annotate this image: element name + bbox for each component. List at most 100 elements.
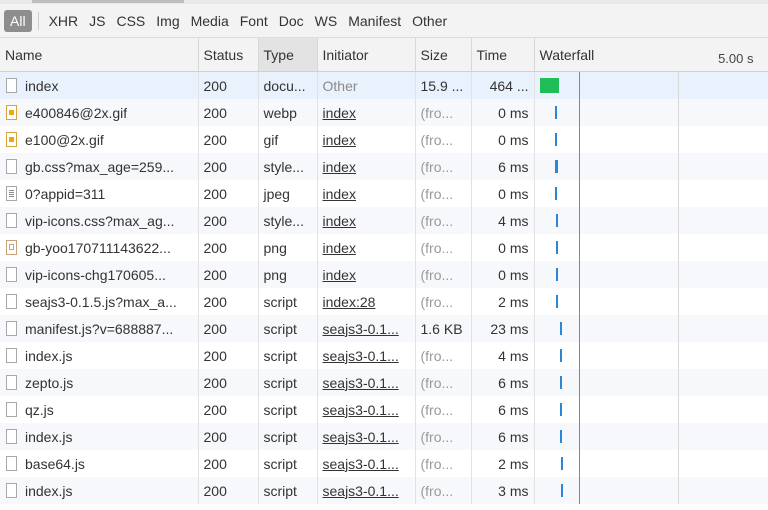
initiator-cell[interactable]: index bbox=[317, 261, 416, 288]
table-row[interactable]: zepto.js 200 script seajs3-0.1... (fro... 6 m… bbox=[0, 369, 768, 396]
initiator-link[interactable]: index bbox=[323, 267, 356, 283]
request-name[interactable]: e400846@2x.gif bbox=[5, 105, 193, 121]
table-row[interactable]: vip-icons.css?max_ag... 200 style... index (… bbox=[0, 207, 768, 234]
waterfall-bar[interactable] bbox=[559, 403, 562, 416]
request-name[interactable]: index.js bbox=[5, 429, 193, 445]
waterfall-bar[interactable] bbox=[554, 187, 557, 200]
waterfall-bar[interactable] bbox=[559, 376, 562, 389]
filter-media[interactable]: Media bbox=[186, 10, 234, 32]
filter-js[interactable]: JS bbox=[84, 10, 110, 32]
request-name[interactable]: base64.js bbox=[5, 456, 193, 472]
table-row[interactable]: 0?appid=311 200 jpeg index (fro... 0 ms bbox=[0, 180, 768, 207]
waterfall-bar[interactable] bbox=[555, 295, 558, 308]
request-name-cell[interactable]: index bbox=[0, 71, 199, 99]
waterfall-bar[interactable] bbox=[539, 78, 559, 93]
initiator-cell[interactable]: index bbox=[317, 180, 416, 207]
request-name[interactable]: index.js bbox=[5, 483, 193, 499]
initiator-link[interactable]: index bbox=[323, 105, 356, 121]
initiator-cell[interactable]: index bbox=[317, 126, 416, 153]
table-row[interactable]: e400846@2x.gif 200 webp index (fro... 0 ms bbox=[0, 99, 768, 126]
request-name-cell[interactable]: index.js bbox=[0, 342, 199, 369]
request-name[interactable]: manifest.js?v=688887... bbox=[5, 321, 193, 337]
request-name[interactable]: gb-yoo170711143622... bbox=[5, 240, 193, 256]
table-row[interactable]: qz.js 200 script seajs3-0.1... (fro... 6 ms bbox=[0, 396, 768, 423]
waterfall-bar[interactable] bbox=[560, 484, 563, 497]
request-name-cell[interactable]: index.js bbox=[0, 423, 199, 450]
column-header-waterfall[interactable]: Waterfall 5.00 s bbox=[534, 38, 768, 72]
waterfall-bar[interactable] bbox=[559, 322, 562, 335]
table-row[interactable]: index.js 200 script seajs3-0.1... (fro... 6 m… bbox=[0, 423, 768, 450]
request-name[interactable]: 0?appid=311 bbox=[5, 186, 193, 202]
table-row[interactable]: index.js 200 script seajs3-0.1... (fro... 3 m… bbox=[0, 477, 768, 504]
initiator-link[interactable]: index bbox=[323, 213, 356, 229]
table-row[interactable]: gb.css?max_age=259... 200 style... index (fr… bbox=[0, 153, 768, 180]
initiator-cell[interactable]: index:28 bbox=[317, 288, 416, 315]
filter-ws[interactable]: WS bbox=[310, 10, 343, 32]
column-header-status[interactable]: Status bbox=[198, 38, 259, 72]
initiator-link[interactable]: index:28 bbox=[323, 294, 376, 310]
filter-css[interactable]: CSS bbox=[111, 10, 150, 32]
request-name-cell[interactable]: index.js bbox=[0, 477, 199, 504]
table-row[interactable]: index.js 200 script seajs3-0.1... (fro... 4 m… bbox=[0, 342, 768, 369]
request-name[interactable]: gb.css?max_age=259... bbox=[5, 159, 193, 175]
initiator-cell[interactable]: seajs3-0.1... bbox=[317, 477, 416, 504]
filter-font[interactable]: Font bbox=[235, 10, 273, 32]
initiator-cell[interactable]: index bbox=[317, 207, 416, 234]
initiator-cell[interactable]: seajs3-0.1... bbox=[317, 369, 416, 396]
request-name[interactable]: vip-icons-chg170605... bbox=[5, 267, 193, 283]
request-name-cell[interactable]: vip-icons.css?max_ag... bbox=[0, 207, 199, 234]
request-name[interactable]: qz.js bbox=[5, 402, 193, 418]
request-name[interactable]: zepto.js bbox=[5, 375, 193, 391]
request-name-cell[interactable]: vip-icons-chg170605... bbox=[0, 261, 199, 288]
filter-manifest[interactable]: Manifest bbox=[343, 10, 406, 32]
request-name[interactable]: index.js bbox=[5, 348, 193, 364]
initiator-link[interactable]: index bbox=[323, 186, 356, 202]
initiator-cell[interactable]: seajs3-0.1... bbox=[317, 315, 416, 342]
column-header-initiator[interactable]: Initiator bbox=[317, 38, 416, 72]
request-name[interactable]: index bbox=[5, 78, 193, 94]
waterfall-bar[interactable] bbox=[554, 160, 558, 173]
waterfall-bar[interactable] bbox=[559, 349, 562, 362]
table-row[interactable]: e100@2x.gif 200 gif index (fro... 0 ms bbox=[0, 126, 768, 153]
column-header-name[interactable]: Name bbox=[0, 38, 199, 72]
initiator-link[interactable]: seajs3-0.1... bbox=[323, 375, 399, 391]
table-row[interactable]: manifest.js?v=688887... 200 script seajs3-0… bbox=[0, 315, 768, 342]
initiator-cell[interactable]: index bbox=[317, 99, 416, 126]
column-header-type[interactable]: Type bbox=[258, 38, 318, 72]
request-name-cell[interactable]: gb.css?max_age=259... bbox=[0, 153, 199, 180]
column-header-size[interactable]: Size bbox=[415, 38, 472, 72]
initiator-link[interactable]: seajs3-0.1... bbox=[323, 321, 399, 337]
request-name-cell[interactable]: qz.js bbox=[0, 396, 199, 423]
initiator-cell[interactable]: seajs3-0.1... bbox=[317, 396, 416, 423]
initiator-link[interactable]: index bbox=[323, 132, 356, 148]
request-name-cell[interactable]: base64.js bbox=[0, 450, 199, 477]
filter-all[interactable]: All bbox=[4, 9, 32, 32]
initiator-cell[interactable]: seajs3-0.1... bbox=[317, 423, 416, 450]
initiator-link[interactable]: seajs3-0.1... bbox=[323, 483, 399, 499]
table-row[interactable]: seajs3-0.1.5.js?max_a... 200 script index:2… bbox=[0, 288, 768, 315]
initiator-cell[interactable]: seajs3-0.1... bbox=[317, 342, 416, 369]
initiator-cell[interactable]: seajs3-0.1... bbox=[317, 450, 416, 477]
waterfall-bar[interactable] bbox=[555, 241, 558, 254]
initiator-cell[interactable]: index bbox=[317, 153, 416, 180]
request-name[interactable]: seajs3-0.1.5.js?max_a... bbox=[5, 294, 193, 310]
column-header-time[interactable]: Time bbox=[471, 38, 535, 72]
waterfall-bar[interactable] bbox=[560, 457, 563, 470]
initiator-link[interactable]: seajs3-0.1... bbox=[323, 429, 399, 445]
initiator-link[interactable]: seajs3-0.1... bbox=[323, 402, 399, 418]
filter-xhr[interactable]: XHR bbox=[44, 10, 84, 32]
waterfall-bar[interactable] bbox=[555, 214, 558, 227]
request-name-cell[interactable]: e100@2x.gif bbox=[0, 126, 199, 153]
initiator-link[interactable]: index bbox=[323, 159, 356, 175]
waterfall-bar[interactable] bbox=[554, 106, 557, 119]
request-name-cell[interactable]: zepto.js bbox=[0, 369, 199, 396]
initiator-cell[interactable]: index bbox=[317, 234, 416, 261]
waterfall-bar[interactable] bbox=[555, 268, 558, 281]
table-row[interactable]: base64.js 200 script seajs3-0.1... (fro... 2 … bbox=[0, 450, 768, 477]
initiator-link[interactable]: seajs3-0.1... bbox=[323, 456, 399, 472]
initiator-link[interactable]: seajs3-0.1... bbox=[323, 348, 399, 364]
filter-img[interactable]: Img bbox=[151, 10, 184, 32]
waterfall-bar[interactable] bbox=[559, 430, 562, 443]
request-name-cell[interactable]: gb-yoo170711143622... bbox=[0, 234, 199, 261]
initiator-link[interactable]: index bbox=[323, 240, 356, 256]
